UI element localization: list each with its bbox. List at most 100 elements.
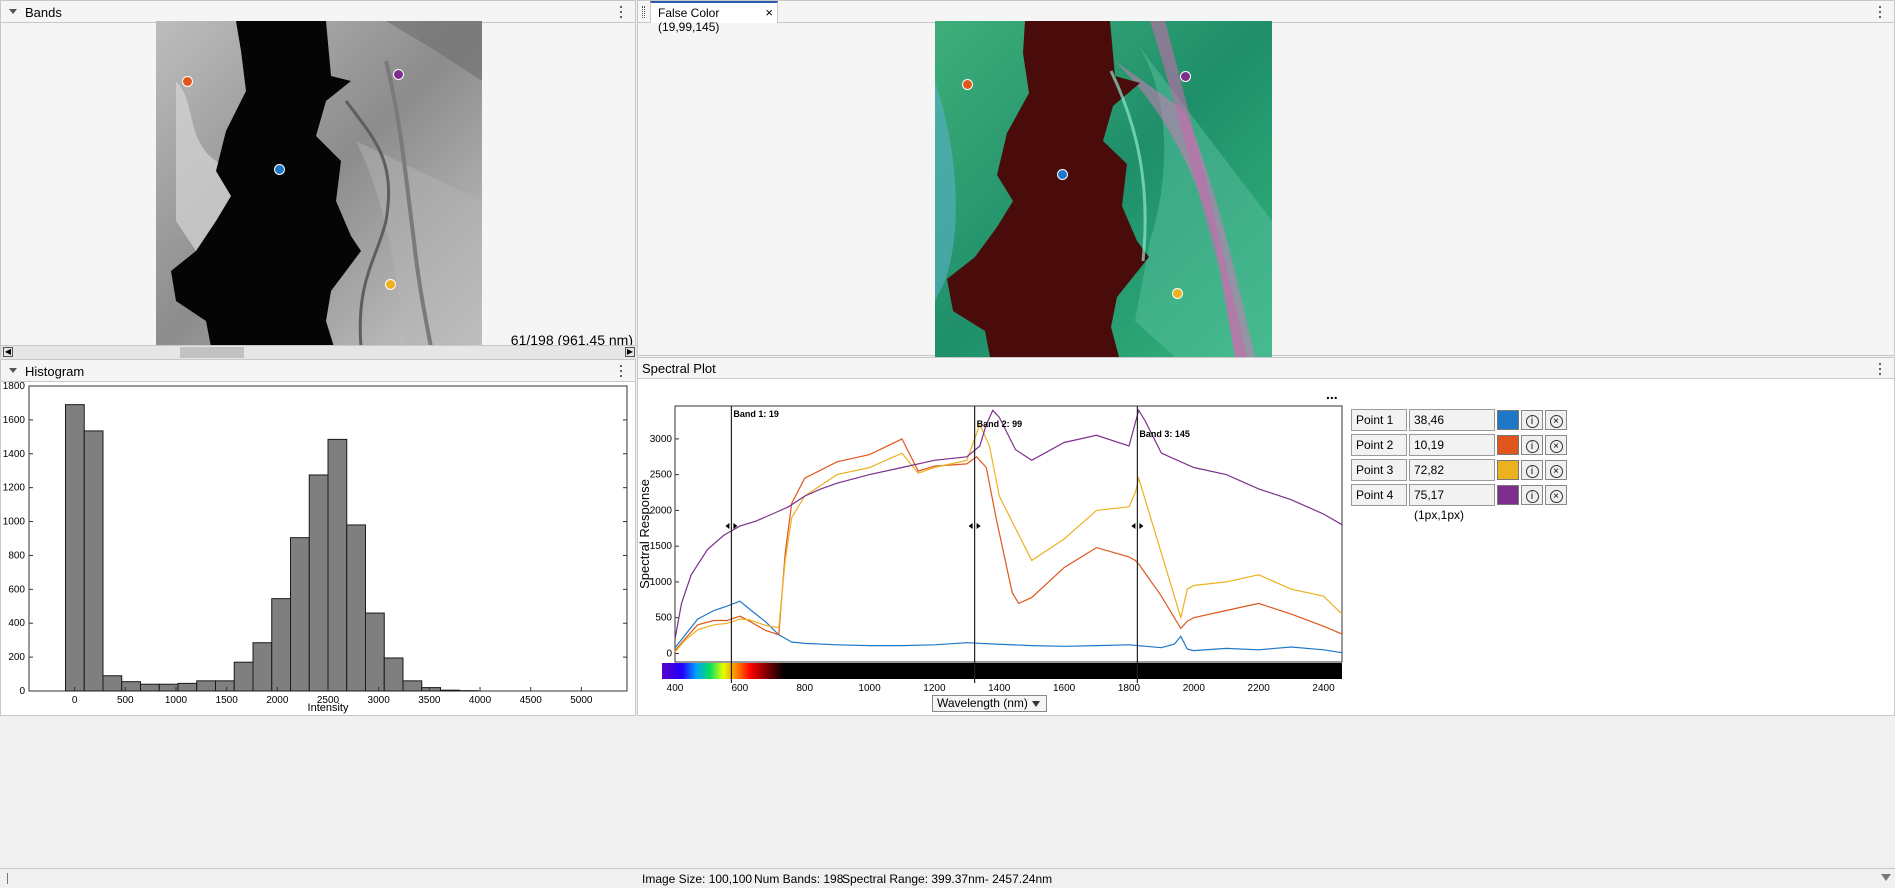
legend-point-name: Point 3 xyxy=(1351,459,1407,481)
status-bar: Image Size: 100,100 Num Bands: 198 Spect… xyxy=(0,868,1895,888)
histogram-xtick-label: 2000 xyxy=(266,695,289,706)
histogram-xtick-label: 3000 xyxy=(368,695,391,706)
point-1-marker[interactable] xyxy=(274,164,285,175)
status-num-bands: Num Bands: 198 xyxy=(754,872,844,886)
histogram-ytick-label: 800 xyxy=(8,550,25,561)
xaxis-dropdown[interactable]: Wavelength (nm) xyxy=(932,695,1047,712)
band-image[interactable] xyxy=(156,21,482,347)
bands-panel-header[interactable]: Bands xyxy=(1,1,635,23)
point-1-marker[interactable] xyxy=(1057,169,1068,180)
histogram-bar xyxy=(139,683,160,692)
more-options-icon[interactable] xyxy=(619,6,623,18)
histogram-xtick-label: 1500 xyxy=(216,695,239,706)
spectral-ytick-label: 2500 xyxy=(650,470,673,481)
histogram-bar xyxy=(102,675,123,692)
legend-point-coords: 72,82 (1px,1px) xyxy=(1409,459,1495,497)
point-2-marker[interactable] xyxy=(962,79,973,90)
legend-row: Point 210,19 (1px,1px) i× xyxy=(1351,434,1567,472)
bands-panel: Bands 61/198 (961.45 nm) ◀ ▶ xyxy=(0,0,637,359)
spectral-ytick-label: 3000 xyxy=(650,434,673,445)
slider-last-icon[interactable]: ▶ xyxy=(625,347,635,357)
histogram-bar xyxy=(64,404,85,692)
legend-row: Point 4 75,17 (1px,1px) i × xyxy=(1351,484,1567,522)
spectral-plot-panel: Spectral Plot ... 0 500 1000 1500 2000 2500 30… xyxy=(637,357,1895,716)
close-icon[interactable]: × xyxy=(1545,460,1567,480)
histogram-ytick-label: 600 xyxy=(8,584,25,595)
legend-point-name: Point 4 xyxy=(1351,484,1407,506)
histogram-ytick-label: 0 xyxy=(19,686,25,697)
histogram-ytick-label: 1600 xyxy=(3,415,26,426)
resize-grip-icon[interactable] xyxy=(1881,874,1891,881)
spectral-ytick-label: 1500 xyxy=(650,541,673,552)
spectral-chart: 0 500 1000 1500 2000 2500 3000 400 600 800 1000 12… xyxy=(638,405,1343,692)
histogram-ytick-label: 1400 xyxy=(3,449,26,460)
point-4-marker[interactable] xyxy=(1180,71,1191,82)
histogram-bar xyxy=(365,612,385,692)
false-color-canvas xyxy=(935,21,1272,357)
band-label: Band 2: 99 xyxy=(977,419,1023,429)
close-icon[interactable]: × xyxy=(1545,485,1567,505)
point-4-marker[interactable] xyxy=(393,69,404,80)
more-options-icon[interactable] xyxy=(1878,6,1882,18)
spectral-xtick-label: 1200 xyxy=(923,683,946,692)
collapse-icon[interactable] xyxy=(9,9,17,14)
point-3-marker[interactable] xyxy=(385,279,396,290)
band-label: Band 3: 145 xyxy=(1139,429,1190,439)
info-icon[interactable]: i xyxy=(1521,410,1543,430)
close-icon[interactable]: × xyxy=(1545,410,1567,430)
spectral-ytick-label: 0 xyxy=(666,648,672,659)
bands-panel-title: Bands xyxy=(25,5,62,20)
legend-point-coords: 38,46 (1px,1px) xyxy=(1409,409,1495,447)
collapse-icon[interactable] xyxy=(9,368,17,373)
histogram-ytick-label: 200 xyxy=(8,652,25,663)
info-icon[interactable]: i xyxy=(1521,460,1543,480)
histogram-panel-header[interactable]: Histogram xyxy=(1,360,635,382)
false-color-tabbar: False Color (19,99,145) × xyxy=(638,1,1894,34)
info-icon[interactable]: i xyxy=(1521,485,1543,505)
slider-thumb[interactable] xyxy=(180,347,244,358)
point-2-marker[interactable] xyxy=(182,76,193,87)
point-color-swatch[interactable] xyxy=(1497,485,1519,505)
spectral-plot-header: Spectral Plot xyxy=(638,358,1894,379)
legend-point-coords: 75,17 (1px,1px) xyxy=(1409,484,1495,522)
band-image-canvas xyxy=(156,21,482,347)
histogram-ytick-label: 1800 xyxy=(3,382,26,392)
point-color-swatch[interactable] xyxy=(1497,460,1519,480)
histogram-bar xyxy=(233,661,254,692)
scroll-left-icon[interactable] xyxy=(7,873,14,884)
false-color-image[interactable] xyxy=(935,21,1272,357)
histogram-xtick-label: 0 xyxy=(72,695,78,706)
band-label: Band 1: 19 xyxy=(733,409,779,419)
point-3-marker[interactable] xyxy=(1172,288,1183,299)
more-options-icon[interactable] xyxy=(619,365,623,377)
histogram-ytick-label: 400 xyxy=(8,618,25,629)
spectral-xtick-label: 2000 xyxy=(1183,683,1206,692)
histogram-bar xyxy=(327,438,348,692)
histogram-xtick-label: 1000 xyxy=(165,695,188,706)
status-image-size: Image Size: 100,100 xyxy=(642,872,753,886)
spectral-ylabel: Spectral Response xyxy=(638,479,652,589)
spectral-xtick-label: 600 xyxy=(732,683,749,692)
point-color-swatch[interactable] xyxy=(1497,435,1519,455)
wavelength-colorbar xyxy=(662,663,1342,679)
band-slider[interactable]: ◀ ▶ xyxy=(1,345,637,359)
histogram-bar xyxy=(402,680,423,692)
spectral-xtick-label: 1800 xyxy=(1118,683,1141,692)
close-tab-icon[interactable]: × xyxy=(765,5,773,20)
slider-first-icon[interactable]: ◀ xyxy=(3,347,13,357)
histogram-bar xyxy=(121,681,141,692)
histogram-bar xyxy=(308,474,329,692)
tab-false-color[interactable]: False Color (19,99,145) × xyxy=(650,1,778,34)
legend-point-name: Point 2 xyxy=(1351,434,1407,456)
info-icon[interactable]: i xyxy=(1521,435,1543,455)
spectral-xtick-label: 1600 xyxy=(1053,683,1076,692)
histogram-bar xyxy=(252,642,273,692)
histogram-bar xyxy=(383,657,404,692)
spectral-ytick-label: 500 xyxy=(655,613,672,624)
histogram-bar xyxy=(177,682,198,692)
histogram-bar xyxy=(196,680,216,692)
close-icon[interactable]: × xyxy=(1545,435,1567,455)
drag-handle-icon[interactable] xyxy=(642,6,645,18)
more-options-icon[interactable] xyxy=(1878,363,1882,375)
point-color-swatch[interactable] xyxy=(1497,410,1519,430)
